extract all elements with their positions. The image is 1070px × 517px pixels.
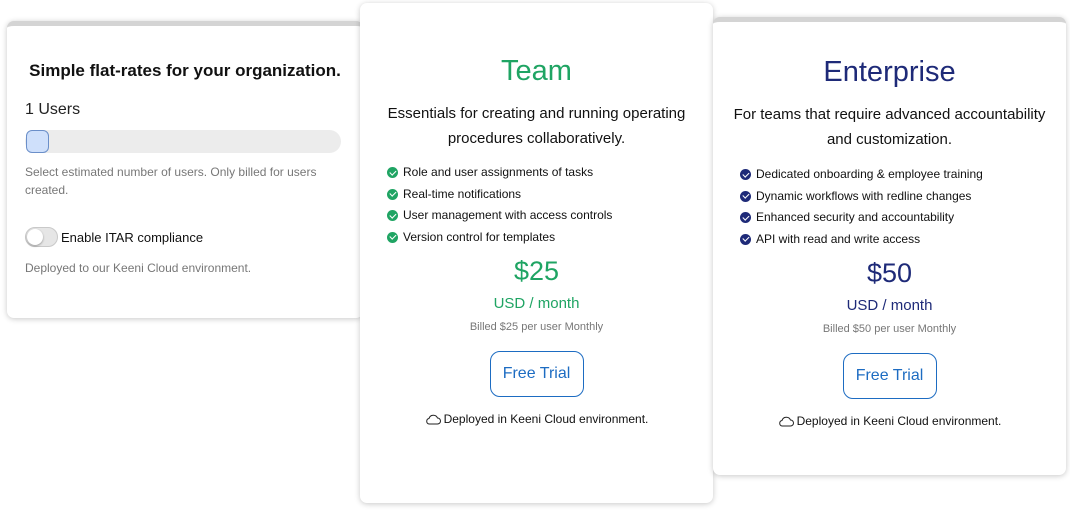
check-circle-icon [387,167,398,179]
enterprise-billing-period: USD / month [846,297,933,314]
check-circle-icon [740,212,751,224]
check-circle-icon [740,233,751,245]
enterprise-billed-note: Billed $50 per user Monthly [822,323,957,335]
enterprise-plan-name: Enterprise [823,56,956,88]
feature-item: Enhanced security and accountability [740,207,983,229]
cloud-icon [425,414,441,424]
enterprise-price: $50 [866,258,913,288]
configuration-card: Simple flat-rates for your organization.… [7,21,363,318]
itar-compliance-label[interactable]: Enable ITAR compliance [61,230,203,245]
itar-compliance-toggle[interactable] [25,227,58,247]
users-count-label: 1 Users [25,101,81,118]
feature-item: Dynamic workflows with redline changes [740,186,983,208]
feature-item: Real-time notifications [387,184,612,206]
feature-item: API with read and write access [740,229,983,251]
team-billing-period: USD / month [493,295,580,312]
team-price: $25 [513,256,560,286]
enterprise-feature-list: Dedicated onboarding & employee training… [740,164,983,250]
team-plan-name: Team [501,55,572,87]
check-circle-icon [387,210,398,222]
feature-item: User management with access controls [387,205,612,227]
check-circle-icon [740,190,751,202]
feature-item: Version control for templates [387,227,612,249]
feature-item: Role and user assignments of tasks [387,162,612,184]
check-circle-icon [387,188,398,200]
itar-compliance-description: Deployed to our Keeni Cloud environment. [25,261,252,275]
users-slider-hint: Select estimated number of users. Only b… [25,165,317,197]
feature-item: Dedicated onboarding & employee training [740,164,983,186]
team-free-trial-button[interactable]: Free Trial [489,351,584,397]
enterprise-plan-description: For teams that require advanced accounta… [733,106,1046,148]
team-billed-note: Billed $25 per user Monthly [469,321,604,333]
check-circle-icon [387,231,398,243]
users-slider-thumb[interactable] [26,130,49,153]
cloud-icon [778,416,794,426]
check-circle-icon [740,169,751,181]
team-plan-card: Team Essentials for creating and running… [360,3,713,503]
config-title: Simple flat-rates for your organization. [29,61,341,80]
team-plan-description: Essentials for creating and running oper… [387,105,686,147]
team-feature-list: Role and user assignments of tasks Real-… [387,162,612,248]
enterprise-free-trial-button[interactable]: Free Trial [842,353,937,399]
enterprise-deployment-note: Deployed in Keeni Cloud environment. [713,414,1066,428]
enterprise-plan-card: Enterprise For teams that require advanc… [713,17,1066,475]
team-deployment-note: Deployed in Keeni Cloud environment. [360,412,713,426]
users-slider[interactable] [25,130,341,153]
toggle-knob [27,229,43,245]
